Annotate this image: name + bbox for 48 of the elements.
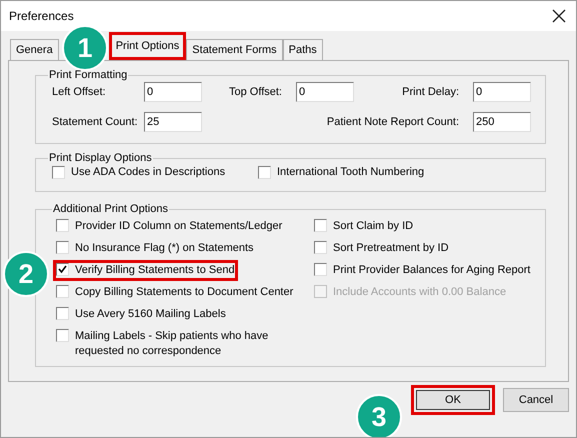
highlighted-option[interactable]: Verify Billing Statements to Send: [53, 260, 238, 281]
checkbox-label: Copy Billing Statements to Document Center: [75, 285, 294, 300]
checkbox[interactable]: [56, 329, 69, 342]
tab[interactable]: Statement Forms: [186, 39, 283, 60]
tab[interactable]: Print Options: [108, 32, 186, 60]
checkbox[interactable]: [56, 307, 69, 320]
field-label: Statement Count:: [52, 116, 138, 128]
checkbox[interactable]: [314, 263, 327, 276]
checkbox-label: Use ADA Codes in Descriptions: [71, 166, 226, 178]
group-title: Print Formatting: [48, 69, 128, 81]
callout-badge: 2: [3, 251, 49, 297]
callout-badge: 1: [62, 25, 108, 71]
callout-badge: 3: [356, 394, 402, 437]
checkbox[interactable]: [56, 263, 69, 276]
tab[interactable]: Paths: [282, 39, 323, 60]
input-field[interactable]: 250: [473, 112, 531, 132]
checkbox-label: Verify Billing Statements to Send: [75, 263, 235, 278]
checkbox[interactable]: [314, 219, 327, 232]
checkbox[interactable]: [52, 166, 65, 179]
checkbox[interactable]: [258, 166, 271, 179]
checkbox[interactable]: [56, 285, 69, 298]
tab[interactable]: Genera: [10, 39, 59, 60]
ok-button[interactable]: OK: [411, 385, 495, 415]
checkbox-label: International Tooth Numbering: [277, 166, 424, 178]
field-label: Patient Note Report Count:: [326, 116, 459, 128]
field-label: Left Offset:: [52, 86, 107, 98]
checkbox-label: Sort Pretreatment by ID: [333, 241, 449, 256]
input-field[interactable]: 0: [473, 82, 531, 102]
close-icon[interactable]: [552, 9, 566, 23]
checkbox-label: Use Avery 5160 Mailing Labels: [75, 307, 226, 322]
checkbox-label: Mailing Labels - Skip patients who have requested no correspondence: [75, 329, 270, 359]
field-label: Top Offset:: [228, 86, 282, 98]
group-title: Print Display Options: [48, 152, 153, 164]
checkbox[interactable]: [56, 219, 69, 232]
checkbox-label: No Insurance Flag (*) on Statements: [75, 241, 254, 256]
field-label: Print Delay:: [402, 86, 459, 98]
checkbox-label: Print Provider Balances for Aging Report: [333, 263, 530, 278]
checkbox[interactable]: [56, 241, 69, 254]
window-title: Preferences: [9, 9, 74, 23]
group-title: Additional Print Options: [52, 203, 169, 215]
checkbox[interactable]: [314, 241, 327, 254]
checkbox-label: Provider ID Column on Statements/Ledger: [75, 219, 282, 234]
input-field[interactable]: 25: [144, 112, 202, 132]
checkbox-label: Include Accounts with 0.00 Balance: [333, 285, 506, 300]
input-field[interactable]: 0: [296, 82, 354, 102]
cancel-button[interactable]: Cancel: [503, 388, 569, 412]
input-field[interactable]: 0: [144, 82, 202, 102]
checkbox-label: Sort Claim by ID: [333, 219, 414, 234]
